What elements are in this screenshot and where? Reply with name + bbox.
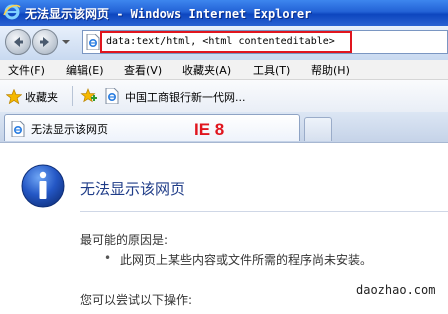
back-arrow-icon <box>14 37 23 47</box>
ie-page-icon <box>11 121 25 137</box>
try-heading: 您可以尝试以下操作: <box>80 293 193 307</box>
menu-edit[interactable]: 编辑(E) <box>66 62 104 78</box>
reason-bullet: • <box>104 251 112 265</box>
ie-page-icon <box>86 34 100 50</box>
address-url[interactable]: data:text/html, <html contenteditable> <box>106 36 335 47</box>
menu-help[interactable]: 帮助(H) <box>311 62 350 78</box>
favorite-link-icbc[interactable]: 中国工商银行新一代网... <box>125 89 246 105</box>
ie-page-icon <box>105 88 119 104</box>
window-title: 无法显示该网页 - Windows Internet Explorer <box>25 7 312 21</box>
star-icon[interactable] <box>6 89 22 104</box>
forward-arrow-icon <box>40 37 49 47</box>
divider <box>80 211 448 212</box>
navigation-bar: data:text/html, <html contenteditable> <box>0 26 448 60</box>
menu-favorites[interactable]: 收藏夹(A) <box>182 62 231 78</box>
forward-button[interactable] <box>32 29 58 55</box>
new-tab-button[interactable] <box>304 117 332 141</box>
page-content: 无法显示该网页 最可能的原因是: • 此网页上某些内容或文件所需的程序尚未安装。… <box>0 143 448 314</box>
menu-tools[interactable]: 工具(T) <box>253 62 290 78</box>
tab-label: 无法显示该网页 <box>31 123 108 136</box>
title-bar: 无法显示该网页 - Windows Internet Explorer <box>0 0 448 26</box>
menu-file[interactable]: 文件(F) <box>8 62 45 78</box>
menu-view[interactable]: 查看(V) <box>124 62 162 78</box>
reason-heading: 最可能的原因是: <box>80 233 169 247</box>
ie-logo-icon <box>3 4 21 20</box>
back-button[interactable] <box>5 29 31 55</box>
error-title: 无法显示该网页 <box>80 180 186 198</box>
reason-text: 此网页上某些内容或文件所需的程序尚未安装。 <box>120 253 373 267</box>
menu-bar: 文件(F) 编辑(E) 查看(V) 收藏夹(A) 工具(T) 帮助(H) <box>0 60 448 80</box>
info-icon <box>21 164 65 208</box>
favorites-button-label[interactable]: 收藏夹 <box>25 89 58 105</box>
history-dropdown-icon[interactable] <box>62 40 70 44</box>
add-favorite-icon[interactable] <box>80 88 98 104</box>
watermark: daozhao.com <box>356 283 436 297</box>
toolbar-separator <box>72 86 73 106</box>
ie-version-badge: IE 8 <box>194 120 225 139</box>
favorites-bar: 收藏夹 中国工商银行新一代网... <box>0 80 448 113</box>
tab-active[interactable]: 无法显示该网页 <box>4 114 300 141</box>
